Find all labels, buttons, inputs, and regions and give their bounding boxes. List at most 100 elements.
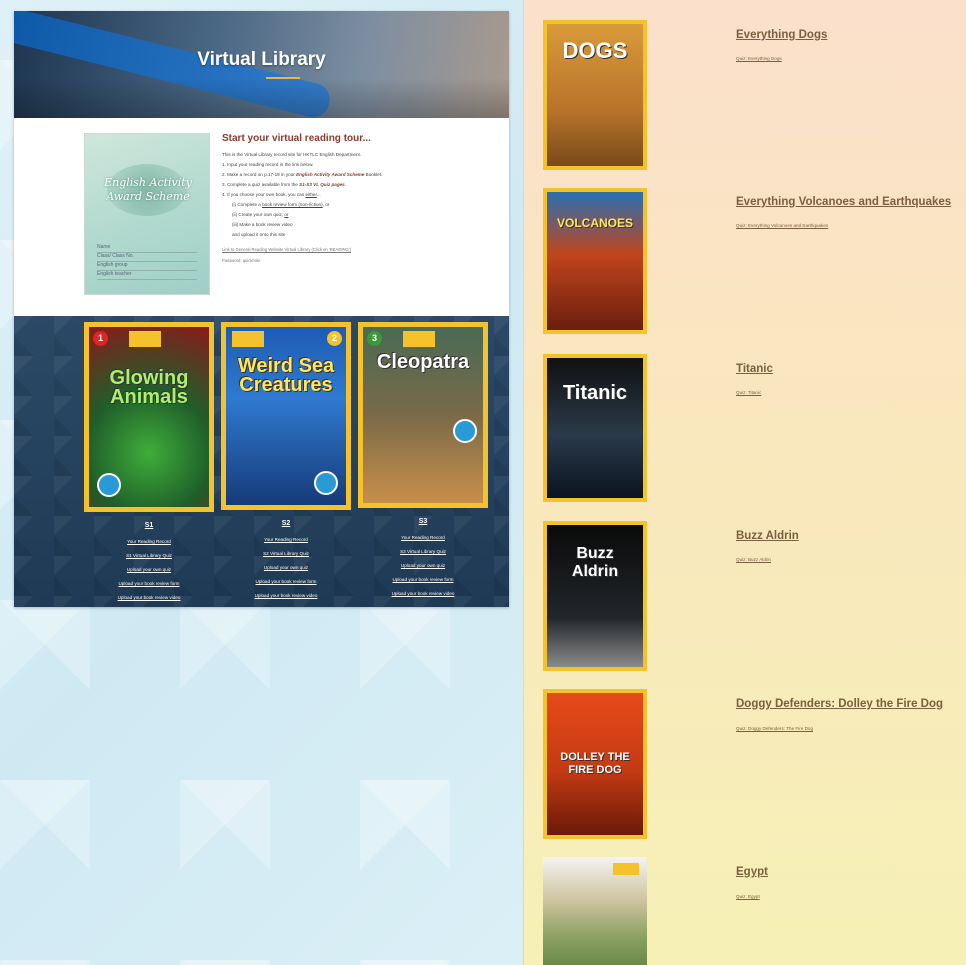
reading-record-link[interactable]: Your Reading Record [84, 535, 214, 549]
book-cover-glowing-animals[interactable]: 1 Glowing Animals [84, 322, 214, 512]
cover-title: VOLCANOES [556, 216, 633, 230]
quiz-link[interactable]: Quiz: Titanic [736, 390, 761, 395]
intro-option: (i) Complete a book review form (non-fic… [222, 200, 502, 210]
cover-title: Weird Sea Creatures [237, 355, 335, 396]
book-number: 2 [327, 331, 342, 346]
book-title-link[interactable]: Buzz Aldrin [736, 530, 799, 542]
booklet-field: English teacher [97, 271, 197, 280]
general-reading-link[interactable]: Link to General Reading Website Virtual … [222, 245, 502, 254]
page-title: Virtual Library [197, 49, 326, 70]
quiz-link[interactable]: Quiz: Everything Volcanoes and Earthquak… [736, 223, 828, 228]
booklet-title: English Activity Award Scheme [104, 176, 192, 203]
password-note: Password: quickhole [222, 258, 261, 263]
header-banner: Virtual Library [14, 11, 509, 118]
grade-label[interactable]: S1 [84, 522, 214, 529]
upload-review-form-link[interactable]: Upload your book review form [84, 577, 214, 591]
booklet-field: English group [97, 262, 197, 271]
intro-line: 2. Make a record on p.17-19 in your Engl… [222, 170, 502, 180]
reader-badge-icon [97, 473, 121, 497]
book-list-page: DOGS Everything Dogs Quiz: Everything Do… [523, 0, 966, 965]
book-links: Your Reading Record S3 Virtual Library Q… [358, 531, 488, 601]
intro-text-part: ... [316, 192, 321, 197]
intro-text-part: 3. Complete a quiz available from the [222, 182, 300, 187]
intro-line: 3. Complete a quiz available from the S1… [222, 180, 502, 190]
award-scheme-booklet-image: English Activity Award Scheme Name Class… [84, 133, 210, 295]
intro-emphasis: English Activity Award Scheme [296, 172, 365, 177]
intro-text-part: (i) Complete a [232, 202, 263, 207]
virtual-library-quiz-link[interactable]: S2 Virtual Library Quiz [221, 547, 351, 561]
upload-review-form-link[interactable]: Upload your book review form [221, 575, 351, 589]
book-cover-weird-sea-creatures[interactable]: 2 Weird Sea Creatures [221, 322, 351, 510]
book-cover-doggy-defenders[interactable]: DOLLEY THE FIRE DOG [543, 689, 647, 839]
intro-line: 4. If you choose your own book, you can … [222, 190, 502, 200]
intro-section: English Activity Award Scheme Name Class… [14, 118, 509, 316]
book-title-link[interactable]: Doggy Defenders: Dolley the Fire Dog [736, 698, 943, 710]
books-section: 1 Glowing Animals S1 Your Reading Record… [14, 316, 509, 607]
book-number: 1 [93, 331, 108, 346]
grade-label[interactable]: S2 [221, 520, 351, 527]
booklet-field: Name [97, 244, 197, 253]
book-cover-titanic[interactable]: Titanic [543, 354, 647, 502]
upload-review-form-link[interactable]: Upload your book review form [358, 573, 488, 587]
intro-emphasis: S1-S3 VL Quiz pages [299, 182, 345, 187]
national-geographic-logo [613, 863, 639, 875]
intro-option: and upload it onto this site [232, 232, 286, 237]
book-cover-everything-volcanoes[interactable]: VOLCANOES [543, 188, 647, 334]
book-cover-cleopatra[interactable]: 3 Cleopatra [358, 322, 488, 508]
virtual-library-quiz-link[interactable]: S1 Virtual Library Quiz [84, 549, 214, 563]
intro-text-part: , or [322, 202, 330, 207]
upload-quiz-link[interactable]: Upload your own quiz [358, 559, 488, 573]
intro-line: 1. Input your reading record in the link… [222, 162, 314, 167]
upload-review-video-link[interactable]: Upload your book review video [221, 589, 351, 603]
upload-review-video-link[interactable]: Upload your book review video [84, 591, 214, 605]
reading-record-link[interactable]: Your Reading Record [358, 531, 488, 545]
intro-option: (ii) Create your own quiz, or [222, 210, 502, 220]
own-quiz-link[interactable]: or [284, 212, 288, 217]
title-underline [266, 77, 300, 79]
intro-text-part: 2. Make a record on p.17-19 in your [222, 172, 297, 177]
virtual-library-quiz-link[interactable]: S3 Virtual Library Quiz [358, 545, 488, 559]
quiz-link[interactable]: Quiz: Everything Dogs [736, 56, 782, 61]
book-title-link[interactable]: Titanic [736, 363, 773, 375]
book-cover-buzz-aldrin[interactable]: Buzz Aldrin [543, 521, 647, 671]
book-column-s3: 3 Cleopatra S3 Your Reading Record S3 Vi… [358, 322, 488, 601]
grade-label[interactable]: S3 [358, 518, 488, 525]
book-number: 3 [367, 331, 382, 346]
book-links: Your Reading Record S1 Virtual Library Q… [84, 535, 214, 605]
intro-text-part: Booklet. [364, 172, 383, 177]
cover-title: Titanic [562, 382, 628, 404]
quiz-link[interactable]: Quiz: Egypt [736, 894, 760, 899]
book-review-form-link[interactable]: book review form (non-fiction) [262, 202, 323, 207]
national-geographic-logo [403, 331, 435, 347]
book-cover-everything-dogs[interactable]: DOGS [543, 20, 647, 170]
quiz-link[interactable]: Quiz: Buzz Aldrin [736, 557, 771, 562]
cover-title: DOGS [562, 38, 628, 63]
intro-text-part: (ii) Create your own quiz, [232, 212, 285, 217]
intro-line: This is the Virtual Library record site … [222, 152, 362, 157]
national-geographic-kids-logo [232, 331, 264, 347]
upload-review-video-link[interactable]: Upload your book review video [358, 587, 488, 601]
book-column-s2: 2 Weird Sea Creatures S2 Your Reading Re… [221, 322, 351, 603]
upload-quiz-link[interactable]: Upload your own quiz [221, 561, 351, 575]
cover-title: Glowing Animals [109, 367, 189, 408]
cover-title: DOLLEY THE FIRE DOG [560, 751, 630, 776]
intro-text: Start your virtual reading tour... This … [222, 133, 502, 265]
reading-record-link[interactable]: Your Reading Record [221, 533, 351, 547]
booklet-field: Class/ Class No. [97, 253, 197, 262]
booklet-fields: Name Class/ Class No. English group Engl… [97, 244, 197, 280]
quiz-link[interactable]: Quiz: Doggy Defenders: The Fire Dog [736, 726, 813, 731]
book-title-link[interactable]: Egypt [736, 866, 768, 878]
book-title-link[interactable]: Everything Dogs [736, 29, 827, 41]
either-link[interactable]: either [306, 192, 317, 197]
intro-option: (iii) Make a book review video [232, 222, 293, 227]
cover-title: Cleopatra [376, 351, 470, 373]
virtual-library-page: Virtual Library English Activity Award S… [14, 11, 509, 607]
book-column-s1: 1 Glowing Animals S1 Your Reading Record… [84, 322, 214, 605]
book-links: Your Reading Record S2 Virtual Library Q… [221, 533, 351, 603]
reader-badge-icon [453, 419, 477, 443]
upload-quiz-link[interactable]: Upload your own quiz [84, 563, 214, 577]
book-title-link[interactable]: Everything Volcanoes and Earthquakes [736, 196, 951, 208]
intro-text-part: . [344, 182, 347, 187]
national-geographic-logo [129, 331, 161, 347]
book-cover-egypt[interactable] [543, 857, 647, 965]
